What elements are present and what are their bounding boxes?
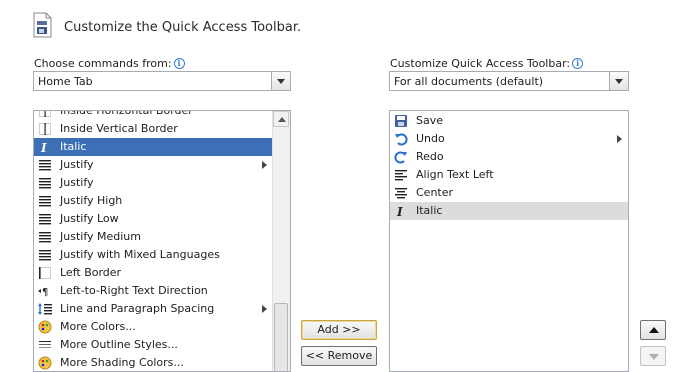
list-item-label: Inside Horizontal Border	[60, 110, 193, 117]
customize-toolbar-combo[interactable]: For all documents (default)	[389, 71, 629, 91]
list-item-label: Redo	[416, 150, 444, 163]
list-item-label: More Colors...	[60, 320, 136, 333]
palette-icon	[38, 320, 52, 334]
list-item-label: Line and Paragraph Spacing	[60, 302, 215, 315]
list-item[interactable]: ¶ Left-to-Right Text Direction	[34, 282, 273, 300]
justify-low-icon	[38, 212, 52, 226]
outline-styles-icon	[38, 338, 52, 352]
list-item-label: Justify	[60, 158, 94, 171]
scroll-up-icon[interactable]	[273, 111, 289, 127]
add-button[interactable]: Add >>	[301, 320, 377, 340]
add-button-label: Add >>	[317, 323, 361, 336]
submenu-arrow-icon	[262, 305, 267, 313]
line-spacing-icon	[38, 302, 52, 316]
list-item-label: Italic	[60, 140, 87, 153]
customize-toolbar-text: Customize Quick Access Toolbar:	[390, 57, 571, 70]
ltr-direction-icon: ¶	[38, 284, 52, 298]
list-item-label: Left Border	[60, 266, 122, 279]
remove-button[interactable]: << Remove	[301, 346, 377, 366]
toolbar-commands-list[interactable]: I Italic Center Align Text Left Redo Undo Save	[389, 110, 629, 372]
move-up-button[interactable]	[640, 320, 666, 340]
list-item[interactable]: Justify	[34, 174, 273, 192]
list-item-label: Inside Vertical Border	[60, 122, 178, 135]
list-item[interactable]: Justify Medium	[34, 228, 273, 246]
move-down-button[interactable]	[640, 346, 666, 366]
list-item-label: Left-to-Right Text Direction	[60, 284, 208, 297]
customize-toolbar-value: For all documents (default)	[394, 75, 544, 88]
list-item[interactable]: Justify	[34, 156, 273, 174]
list-item-label: More Shading Colors...	[60, 356, 184, 369]
choose-commands-text: Choose commands from:	[34, 57, 172, 70]
chevron-down-icon[interactable]	[271, 72, 290, 90]
list-item-label: Center	[416, 186, 454, 199]
justify-mixed-icon	[38, 248, 52, 262]
list-item[interactable]: Justify High	[34, 192, 273, 210]
available-commands-list[interactable]: More Shading Colors... More Outline Style…	[33, 110, 291, 372]
list-item-label: Justify Medium	[60, 230, 141, 243]
list-item-label: More Outline Styles...	[60, 338, 178, 351]
italic-icon: I	[394, 204, 408, 219]
list-item[interactable]: Line and Paragraph Spacing	[34, 300, 273, 318]
list-item-label: Justify	[60, 176, 94, 189]
list-item[interactable]: I Italic	[390, 202, 628, 220]
choose-commands-label: Choose commands from: i	[34, 57, 185, 70]
justify-medium-icon	[38, 230, 52, 244]
svg-text:I: I	[396, 205, 403, 218]
list-item[interactable]: More Shading Colors...	[34, 354, 273, 371]
chevron-down-icon[interactable]	[609, 72, 628, 90]
arrow-up-icon	[649, 327, 659, 333]
list-item[interactable]: Justify Low	[34, 210, 273, 228]
justify-icon	[38, 176, 52, 190]
list-item[interactable]: Align Text Left	[390, 166, 628, 184]
list-item[interactable]: Inside Horizontal Border	[34, 110, 273, 120]
choose-commands-combo[interactable]: Home Tab	[33, 71, 291, 91]
list-item-label: Justify with Mixed Languages	[60, 248, 220, 261]
list-item-label: Italic	[416, 204, 443, 217]
submenu-arrow-icon	[262, 161, 267, 169]
svg-text:¶: ¶	[42, 287, 48, 298]
palette-icon	[38, 356, 52, 370]
justify-high-icon	[38, 194, 52, 208]
info-icon[interactable]: i	[572, 58, 584, 69]
arrow-down-icon	[649, 354, 659, 360]
choose-commands-value: Home Tab	[38, 75, 93, 88]
scrollbar-thumb[interactable]	[274, 303, 288, 371]
list-item[interactable]: Left Border	[34, 264, 273, 282]
left-border-icon	[38, 266, 52, 280]
info-icon[interactable]: i	[173, 58, 185, 69]
remove-button-label: << Remove	[305, 349, 373, 362]
redo-icon	[394, 150, 408, 164]
inside-horizontal-border-icon	[38, 111, 52, 118]
svg-text:I: I	[40, 141, 47, 154]
submenu-arrow-icon	[617, 135, 622, 143]
list-item[interactable]: More Outline Styles...	[34, 336, 273, 354]
inside-vertical-border-icon	[38, 122, 52, 136]
customize-toolbar-label: Customize Quick Access Toolbar: i	[390, 57, 584, 70]
page-title: Customize the Quick Access Toolbar.	[64, 20, 302, 35]
list-item[interactable]: Justify with Mixed Languages	[34, 246, 273, 264]
list-item[interactable]: Save	[390, 112, 628, 130]
list-item-label: Undo	[416, 132, 445, 145]
align-left-icon	[394, 168, 408, 182]
list-item-label: Save	[416, 114, 444, 127]
list-item[interactable]: More Colors...	[34, 318, 273, 336]
list-item-label: Justify High	[60, 194, 123, 207]
list-item-label: Align Text Left	[416, 168, 494, 181]
list-item[interactable]: Redo	[390, 148, 628, 166]
save-icon	[394, 114, 408, 128]
list-item[interactable]: Inside Vertical Border	[34, 120, 273, 138]
italic-icon: I	[38, 140, 52, 155]
list-item[interactable]: I Italic	[34, 138, 273, 156]
list-item[interactable]: Undo	[390, 130, 628, 148]
list-item[interactable]: Center	[390, 184, 628, 202]
justify-icon	[38, 158, 52, 172]
align-center-icon	[394, 186, 408, 200]
list-scrollbar[interactable]	[272, 111, 290, 371]
list-item-label: Justify Low	[60, 212, 119, 225]
undo-icon	[394, 132, 408, 146]
quick-access-toolbar-icon	[32, 12, 52, 38]
